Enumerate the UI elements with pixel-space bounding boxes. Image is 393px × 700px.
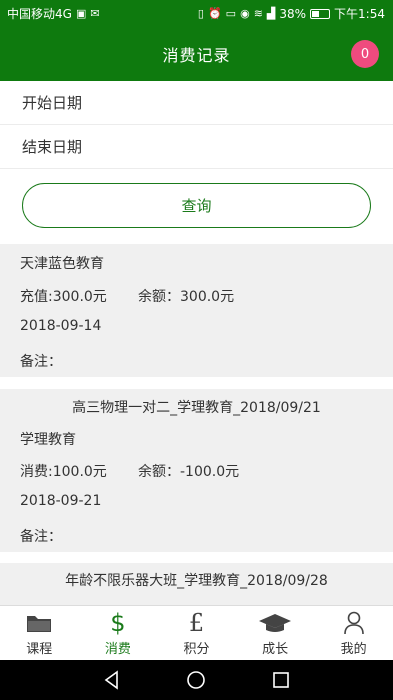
status-bar: 中国移动4G ▣ ✉ ▯ ⏰ ▭ ◉ ≋ ▟ 38% 下午1:54: [0, 0, 393, 27]
hd-icon: ▣: [75, 7, 87, 20]
tab-label: 消费: [104, 642, 131, 657]
graduation-cap-icon: [258, 610, 292, 636]
record-amount: 充值:300.0元: [20, 289, 107, 305]
battery-icon: [310, 8, 331, 19]
record-amount: 消费:100.0元: [20, 464, 107, 480]
user-icon: [343, 610, 365, 636]
clock: 下午1:54: [334, 7, 385, 21]
end-date-label: 结束日期: [22, 138, 83, 156]
folder-icon: [25, 610, 53, 636]
start-date-label: 开始日期: [22, 94, 83, 112]
record-balance: 余额：-100.0元: [138, 464, 240, 480]
record-date: 2018-09-14: [20, 318, 102, 334]
record-amount-row: 充值:300.0元 余额：300.0元: [20, 286, 234, 306]
dollar-icon: $: [110, 609, 126, 637]
tab-points[interactable]: £ 积分: [157, 606, 236, 660]
back-icon[interactable]: [100, 668, 124, 692]
page-title: 消费记录: [162, 46, 231, 65]
record-note: 备注：: [20, 354, 62, 370]
start-date-field[interactable]: 开始日期: [0, 81, 393, 125]
tab-label: 我的: [340, 642, 367, 657]
record-date: 2018-09-21: [20, 493, 102, 509]
record-school: 学理教育: [20, 432, 76, 448]
record-card[interactable]: 年龄不限乐器大班_学理教育_2018/09/28: [0, 563, 393, 605]
bottom-tab-bar: 课程 $ 消费 £ 积分 成长 我的: [0, 605, 393, 660]
record-title: 高三物理一对二_学理教育_2018/09/21: [72, 400, 321, 416]
notification-icon: ✉: [90, 7, 100, 20]
pound-icon: £: [188, 609, 205, 637]
record-card[interactable]: 高三物理一对二_学理教育_2018/09/21 学理教育 消费:100.0元 余…: [0, 389, 393, 552]
message-badge[interactable]: 0: [351, 40, 379, 68]
tab-growth[interactable]: 成长: [236, 606, 315, 660]
recents-icon[interactable]: [269, 668, 293, 692]
home-icon[interactable]: [184, 668, 208, 692]
tab-label: 积分: [183, 642, 210, 657]
system-nav-bar: [0, 660, 393, 700]
tab-label: 成长: [262, 642, 289, 657]
signal-icon: ▟: [266, 7, 276, 20]
end-date-field[interactable]: 结束日期: [0, 125, 393, 169]
record-card[interactable]: 天津蓝色教育 充值:300.0元 余额：300.0元 2018-09-14 备注…: [0, 244, 393, 377]
vibrate-icon: ▯: [197, 7, 204, 20]
record-balance: 余额：300.0元: [138, 289, 235, 305]
wifi-icon: ≋: [253, 7, 263, 20]
alarm-icon: ⏰: [207, 7, 222, 20]
eye-icon: ◉: [240, 7, 250, 20]
carrier-label: 中国移动4G: [7, 7, 72, 21]
hd-call-icon: ▭: [225, 7, 237, 20]
app-header: 消费记录 0: [0, 27, 393, 81]
record-title: 年龄不限乐器大班_学理教育_2018/09/28: [65, 573, 328, 589]
record-title: 天津蓝色教育: [20, 256, 104, 272]
query-button[interactable]: 查询: [22, 183, 371, 228]
tab-me[interactable]: 我的: [314, 606, 393, 660]
record-list[interactable]: 天津蓝色教育 充值:300.0元 余额：300.0元 2018-09-14 备注…: [0, 244, 393, 605]
record-amount-row: 消费:100.0元 余额：-100.0元: [20, 461, 239, 481]
tab-label: 课程: [26, 642, 53, 657]
tab-consumption[interactable]: $ 消费: [79, 606, 158, 660]
record-note: 备注：: [20, 529, 62, 545]
tab-courses[interactable]: 课程: [0, 606, 79, 660]
battery-percent: 38%: [279, 6, 307, 21]
